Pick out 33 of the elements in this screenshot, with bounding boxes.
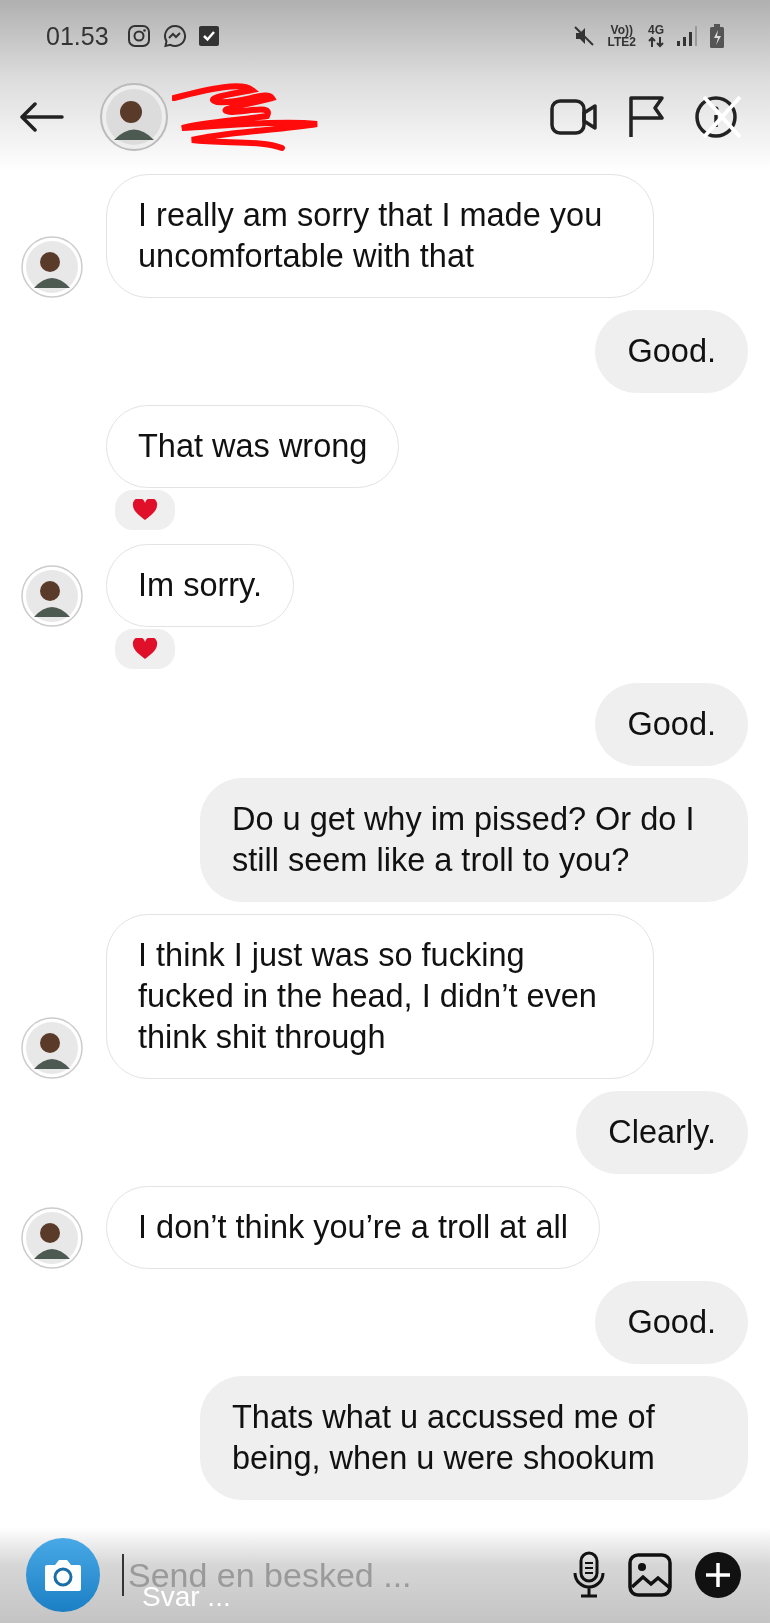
sent-message: Good. bbox=[595, 310, 748, 393]
received-message: I don’t think you’re a troll at all bbox=[106, 1186, 600, 1269]
flag-icon[interactable] bbox=[628, 95, 664, 139]
image-icon[interactable] bbox=[628, 1553, 672, 1597]
sent-message: Good. bbox=[595, 683, 748, 766]
status-time: 01.53 bbox=[46, 21, 109, 51]
sent-message: Do u get why im pissed? Or do I still seem like a troll to you? bbox=[200, 778, 748, 902]
data-arrows-icon bbox=[648, 36, 664, 48]
video-camera-icon[interactable] bbox=[550, 98, 598, 136]
back-arrow-icon[interactable] bbox=[20, 102, 64, 132]
checkbox-icon bbox=[198, 26, 219, 46]
lte-label: LTE2 bbox=[607, 36, 636, 48]
camera-app-icon bbox=[126, 24, 151, 48]
plus-icon[interactable] bbox=[694, 1551, 742, 1599]
chat-bubble-icon bbox=[162, 24, 187, 48]
microphone-icon[interactable] bbox=[572, 1551, 606, 1599]
profile-avatar[interactable] bbox=[100, 83, 168, 151]
signal-icon bbox=[676, 25, 698, 47]
battery-icon bbox=[710, 24, 724, 48]
crossed-info-icon[interactable] bbox=[694, 93, 742, 141]
received-message: I think I just was so fucking fucked in the head, I didn’t even think shit through bbox=[106, 914, 654, 1079]
received-message: Im sorry. bbox=[106, 544, 294, 627]
received-message: I really am sorry that I made you uncomfortable with that bbox=[106, 174, 654, 298]
received-message: That was wrong bbox=[106, 405, 400, 488]
heart-icon bbox=[132, 499, 158, 521]
sent-message: Thats what u accussed me of being, when u were shookum bbox=[200, 1376, 748, 1500]
mute-icon bbox=[571, 24, 596, 48]
heart-icon bbox=[132, 638, 158, 660]
network-label: 4G bbox=[648, 24, 664, 36]
camera-icon bbox=[43, 1558, 83, 1592]
volte-label: Vo)) bbox=[610, 24, 633, 36]
sent-message: Clearly. bbox=[576, 1091, 748, 1174]
sent-message: Good. bbox=[595, 1281, 748, 1364]
